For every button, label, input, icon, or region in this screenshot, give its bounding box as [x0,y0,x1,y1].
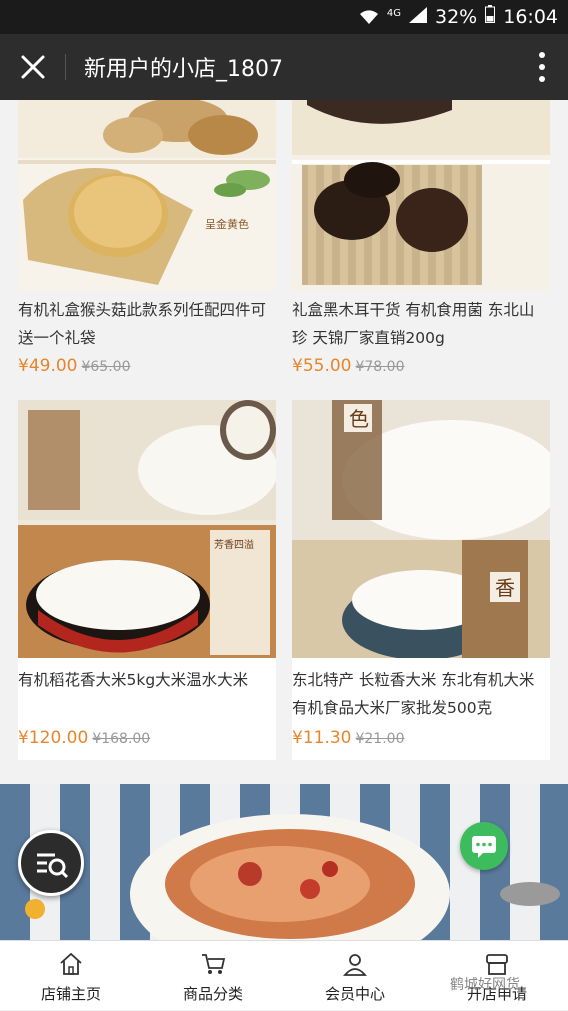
tab-label: 店铺主页 [40,985,101,1003]
close-icon[interactable] [18,52,48,82]
page-title: 新用户的小店_1807 [84,57,283,82]
tab-label: 会员中心 [324,985,385,1003]
product-price-row: ¥55.00 ¥78.00 [292,356,404,376]
product-price: ¥49.00 [18,356,78,376]
tab-home[interactable]: 店铺主页 [0,941,142,1011]
product-image[interactable]: 芳香四溢 [18,400,276,658]
more-options-icon[interactable] [538,52,546,82]
product-original-price: ¥65.00 [81,359,131,375]
product-card[interactable]: 芳香四溢 有机稻花香大米5kg大米温水大米 ¥120.00 ¥168.00 [18,400,276,760]
product-original-price: ¥21.00 [355,731,405,747]
product-grid: 呈金黄色 有机礼盒猴头菇此款系列任配四件可送一个礼袋 ¥49.00¥65.00 [0,100,568,940]
product-price: ¥11.30 [292,728,352,748]
product-card[interactable]: 呈金黄色 有机礼盒猴头菇此款系列任配四件可送一个礼袋 ¥49.00 ¥65.00 [18,100,276,380]
chat-icon [472,836,496,858]
watermark: 鹤城好网货 [450,977,520,993]
search-list-icon [37,853,69,879]
image-caption: 色 [349,407,369,431]
user-icon [343,954,367,976]
chat-button[interactable] [460,822,508,870]
clock: 16:04 [503,5,558,28]
cart-icon [202,954,226,974]
wifi-icon [359,9,379,25]
product-price-row: ¥11.30 ¥21.00 [292,728,404,748]
image-caption: 香 [495,576,515,600]
app-bar: 新用户的小店_1807 [0,34,568,100]
product-price: ¥55.00 [292,356,352,376]
product-card[interactable]: 色 香 东北特产 长粒香大米 东北有机大米 有机食品大米厂家批发500克 ¥11… [292,400,550,760]
image-caption: 呈金黄色 [205,217,249,231]
home-icon [60,952,82,975]
product-image[interactable] [292,100,550,290]
battery-level: 32% [435,5,478,28]
product-name[interactable]: 东北特产 长粒香大米 东北有机大米 有机食品大米厂家批发500克 [292,666,550,722]
product-image[interactable]: 色 香 [292,400,550,658]
battery-icon [485,5,496,28]
product-original-price: ¥168.00 [92,731,151,747]
product-name[interactable]: 礼盒黑木耳干货 有机食用菌 东北山珍 天锦厂家直销200g [292,296,550,352]
tab-member[interactable]: 会员中心 [284,941,426,1011]
signal-icon [409,6,427,28]
product-name[interactable]: 有机礼盒猴头菇此款系列任配四件可送一个礼袋 [18,296,276,352]
product-card[interactable]: 礼盒黑木耳干货 有机食用菌 东北山珍 天锦厂家直销200g ¥55.00 ¥78.… [292,100,550,380]
product-price: ¥120.00 [18,728,89,748]
search-category-button[interactable] [18,830,84,896]
product-image[interactable]: 呈金黄色 [18,100,276,290]
product-price-row: ¥49.00 ¥65.00 [18,356,130,376]
product-original-price: ¥78.00 [355,359,405,375]
tab-label: 商品分类 [182,985,243,1003]
network-type: 4G [386,8,401,19]
product-price-row: ¥120.00 ¥168.00 [18,728,150,748]
tab-categories[interactable]: 商品分类 [142,941,284,1011]
product-name[interactable]: 有机稻花香大米5kg大米温水大米 [18,666,276,694]
status-bar: 4G 32% 16:04 [0,0,568,34]
divider [65,54,66,80]
image-caption: 芳香四溢 [214,538,254,551]
